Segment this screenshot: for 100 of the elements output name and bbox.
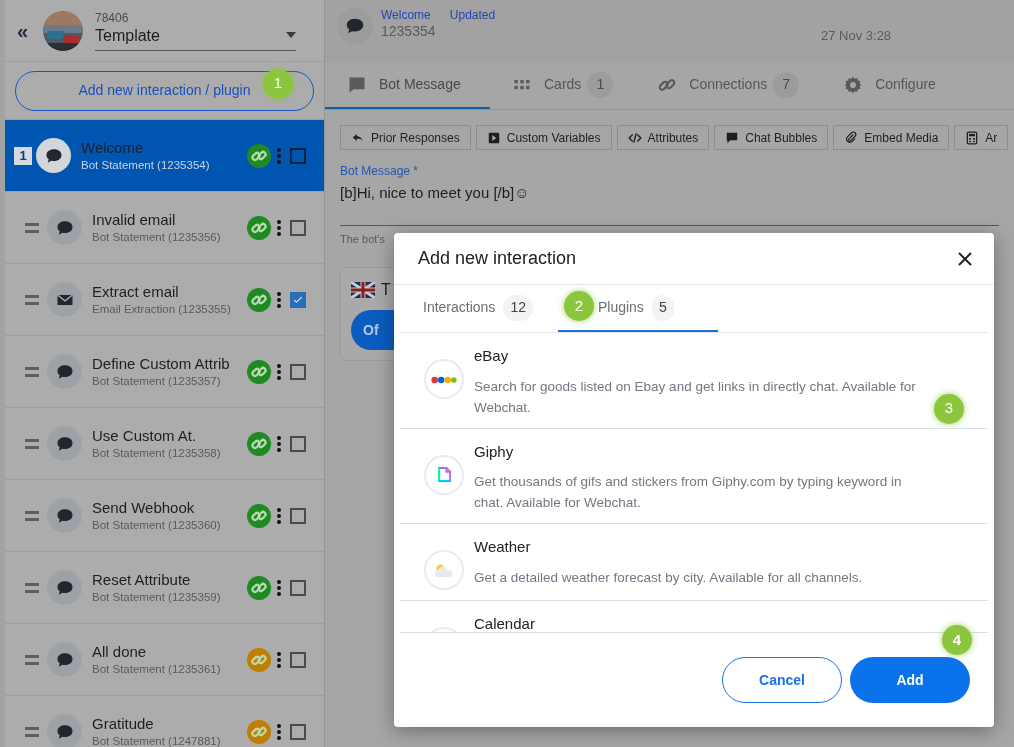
count-badge: 5 [651, 294, 674, 321]
drag-handle-icon [25, 582, 39, 593]
count-badge: 7 [773, 71, 800, 98]
interaction-row[interactable]: 1 Welcome Bot Statement (1235354) [5, 120, 324, 192]
interaction-subtitle: Bot Statement (1235356) [92, 229, 222, 245]
interaction-title: Reset Attribute [92, 570, 192, 590]
plugin-item[interactable]: eBay Search for goods listed on Ebay and get links in directly chat. Available for Webchat. 3 [400, 333, 988, 429]
tab-label: Connections [689, 75, 768, 94]
checkbox[interactable] [290, 147, 306, 164]
message-field[interactable]: Bot Message * [b]Hi, nice to meet you [/b]☺ [340, 162, 999, 226]
interaction-title: All done [92, 642, 148, 662]
checkbox[interactable] [290, 363, 306, 380]
tab-label: Cards [544, 75, 582, 94]
giphy-logo [424, 454, 464, 495]
more-options-icon [277, 435, 281, 452]
more-options-icon [277, 579, 281, 596]
tab-label: Configure [875, 75, 936, 94]
step-marker: 3 [934, 393, 964, 424]
checkbox[interactable] [290, 219, 306, 236]
plugin-item[interactable]: Giphy Get thousands of gifs and stickers from Giphy.com by typing keyword in chat. Available for Webchat. [400, 428, 988, 524]
checkbox[interactable] [290, 435, 306, 452]
step-marker: 4 [942, 625, 972, 655]
updated-date: 27 Nov 3:28 [821, 27, 892, 45]
interaction-subtitle: Bot Statement (1235359) [92, 589, 222, 605]
interaction-subtitle: Bot Statement (1247881) [92, 733, 222, 747]
interaction-title: Gratitude [92, 714, 155, 734]
dialog-title: Add new interaction [418, 247, 577, 270]
interaction-subtitle: Bot Statement (1235357) [92, 373, 222, 389]
plugin-item[interactable]: Weather Get a detailed weather forecast by city. Available for all channels. [400, 524, 988, 601]
toolbar-button[interactable]: Attributes [616, 125, 710, 150]
card-title: T [381, 280, 391, 300]
play-square-icon [486, 130, 501, 145]
interaction-subtitle: Bot Statement (1235358) [92, 445, 222, 461]
interaction-title: Use Custom At. [92, 426, 198, 446]
toolbar-button[interactable]: Prior Responses [340, 125, 471, 150]
interaction-row[interactable]: All done Bot Statement (1235361) [5, 624, 324, 696]
weather-icon [424, 550, 464, 590]
interaction-row[interactable]: Invalid email Bot Statement (1235356) [5, 192, 324, 264]
count-badge: 1 [587, 71, 614, 98]
more-options-icon [277, 291, 281, 308]
ebay-logo [424, 359, 464, 399]
plugin-name: Calendar [474, 614, 535, 632]
field-label: Bot Message * [340, 163, 420, 180]
bot-selector[interactable]: 78406 Template [95, 10, 296, 51]
paperclip-icon [844, 130, 859, 145]
checkbox[interactable] [290, 579, 306, 596]
interaction-id: 1235354 [381, 23, 437, 41]
step-marker: 2 [563, 291, 594, 321]
status-label: Updated [449, 8, 496, 23]
toolbar-button[interactable]: Embed Media [833, 125, 950, 150]
plugin-description: Get thousands of gifs and stickers from Giphy.com by typing keyword in chat. Available for Webchat. [474, 473, 903, 512]
tab-label: Plugins [597, 298, 644, 317]
interaction-subtitle: Bot Statement (1235360) [92, 517, 222, 533]
interaction-row[interactable]: Use Custom At. Bot Statement (1235358) [5, 408, 324, 480]
step-marker: 1 [263, 68, 293, 99]
bot-name: Template [95, 25, 161, 46]
field-value: [b]Hi, nice to meet you [/b]☺ [340, 183, 531, 203]
interaction-row[interactable]: Define Custom Attrib Bot Statement (1235357) [5, 336, 324, 408]
checkbox[interactable] [290, 723, 306, 740]
more-options-icon [277, 651, 281, 668]
drag-handle-icon [25, 294, 39, 305]
interaction-title: Send Webhook [92, 498, 196, 518]
close-icon [958, 251, 972, 266]
interaction-row[interactable]: Send Webhook Bot Statement (1235360) [5, 480, 324, 552]
interaction-title: Define Custom Attrib [92, 354, 231, 374]
collapse-button[interactable]: « [17, 15, 31, 46]
interaction-row[interactable]: Extract email Email Extraction (1235355) [5, 264, 324, 336]
more-options-icon [277, 723, 281, 740]
plugin-name: Giphy [474, 441, 515, 462]
drag-handle-icon [25, 510, 39, 521]
dropdown-caret-icon [286, 31, 296, 38]
interaction-row[interactable]: Reset Attribute Bot Statement (1235359) [5, 552, 324, 624]
bot-id: 78406 [95, 10, 130, 26]
toolbar-button[interactable]: Ar [954, 125, 1009, 150]
count-badge: 12 [503, 294, 533, 321]
settings-icon [843, 74, 864, 95]
drag-handle-icon [25, 654, 39, 665]
tab[interactable]: Bot Message [325, 62, 490, 109]
interaction-title: Extract email [92, 282, 180, 302]
toolbar-button[interactable]: Custom Variables [475, 125, 612, 150]
more-options-icon [277, 219, 281, 236]
plugin-name: Weather [474, 537, 532, 557]
plugin-name: eBay [474, 346, 510, 366]
more-options-icon [277, 507, 281, 524]
interaction-subtitle: Email Extraction (1235355) [92, 301, 232, 317]
checkbox[interactable] [290, 291, 306, 308]
chat-bubble-icon [725, 130, 740, 145]
interaction-subtitle: Bot Statement (1235354) [81, 157, 211, 173]
dialog-tab[interactable]: 2 Plugins 5 [557, 285, 718, 332]
code-icon [627, 130, 642, 145]
dialog-tab[interactable]: Interactions 12 [400, 285, 533, 332]
calculator-icon [965, 130, 980, 145]
interaction-title: Welcome [81, 138, 145, 158]
checkbox[interactable] [290, 507, 306, 524]
interaction-row[interactable]: Gratitude Bot Statement (1247881) [5, 696, 324, 747]
drag-handle-icon [25, 222, 39, 233]
tab-label: Bot Message [379, 75, 461, 94]
checkbox[interactable] [290, 651, 306, 668]
toolbar-button[interactable]: Chat Bubbles [714, 125, 829, 150]
helper-text: The bot's [340, 231, 386, 247]
